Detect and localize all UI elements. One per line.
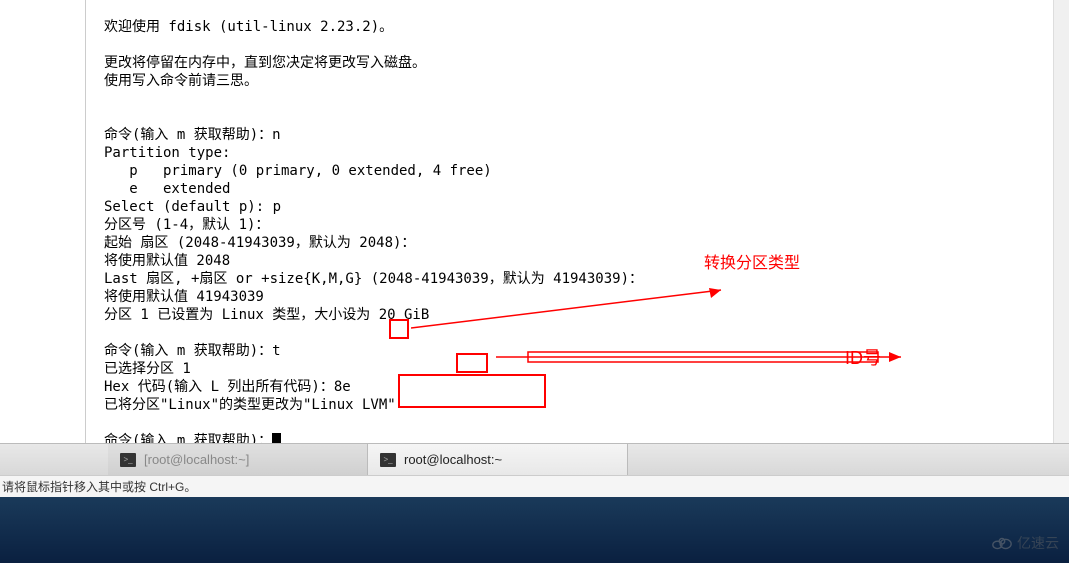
terminal-line: e extended [104,181,230,197]
terminal-line: Partition type: [104,145,230,161]
terminal-line: 分区号 (1-4，默认 1)： [104,217,269,233]
cloud-icon [991,535,1013,551]
terminal-scrollbar[interactable] [1053,0,1069,443]
terminal-line: 欢迎使用 fdisk (util-linux 2.23.2)。 [104,19,393,35]
terminal-content[interactable]: 欢迎使用 fdisk (util-linux 2.23.2)。 更改将停留在内存… [86,0,1069,443]
highlight-box-linux-lvm [398,374,546,408]
desktop-background [0,497,1069,563]
terminal-line: 命令(输入 m 获取帮助)：t [104,343,281,359]
terminal-line: Select (default p): p [104,199,281,215]
terminal-cursor [272,433,281,443]
vm-status-bar: 请将鼠标指针移入其中或按 Ctrl+G。 [0,475,1069,497]
terminal-line: 将使用默认值 2048 [104,253,230,269]
annotation-id-number: ID号 [845,344,881,370]
terminal-line: 将使用默认值 41943039 [104,289,264,305]
terminal-line: 已选择分区 1 [104,361,191,377]
terminal-line: 命令(输入 m 获取帮助)：n [104,127,281,143]
taskbar-item-terminal-1[interactable]: >_ [root@localhost:~] [108,444,368,475]
terminal-line: 使用写入命令前请三思。 [104,73,258,89]
arrow-change-type [411,280,741,340]
taskbar: >_ [root@localhost:~] >_ root@localhost:… [0,443,1069,475]
terminal-line: Last 扇区, +扇区 or +size{K,M,G} (2048-41943… [104,271,643,287]
taskbar-item-terminal-2[interactable]: >_ root@localhost:~ [368,444,628,475]
terminal-window: 欢迎使用 fdisk (util-linux 2.23.2)。 更改将停留在内存… [85,0,1069,443]
terminal-line: p primary (0 primary, 0 extended, 4 free… [104,163,492,179]
status-text: 请将鼠标指针移入其中或按 Ctrl+G。 [2,478,196,495]
terminal-line: 起始 扇区 (2048-41943039，默认为 2048)： [104,235,415,251]
watermark: 亿速云 [991,533,1059,553]
terminal-icon: >_ [120,453,136,467]
terminal-icon: >_ [380,453,396,467]
taskbar-item-label: [root@localhost:~] [144,452,249,467]
annotation-change-partition-type: 转换分区类型 [704,249,800,273]
taskbar-item-label: root@localhost:~ [404,452,502,467]
terminal-line: Hex 代码(输入 L 列出所有代码)：8e [104,379,351,395]
terminal-line: 更改将停留在内存中，直到您决定将更改写入磁盘。 [104,55,426,71]
watermark-text: 亿速云 [1017,533,1059,553]
highlight-box-8e-code [456,353,488,373]
terminal-line: 已将分区"Linux"的类型更改为"Linux LVM" [104,397,396,413]
terminal-line: 分区 1 已设置为 Linux 类型，大小设为 20 GiB [104,307,429,323]
terminal-prompt: 命令(输入 m 获取帮助)： [104,433,281,443]
